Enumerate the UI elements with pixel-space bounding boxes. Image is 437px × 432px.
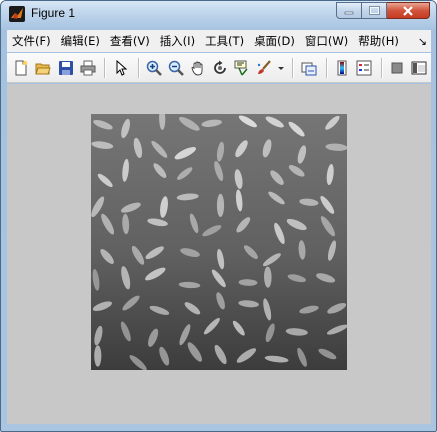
hide-plot-tools-button[interactable] xyxy=(387,58,408,78)
brush-dropdown-button[interactable] xyxy=(276,58,286,78)
rice-grain xyxy=(94,345,102,367)
brush-dropdown-icon xyxy=(278,66,285,70)
menu-tools[interactable]: 工具(T) xyxy=(200,33,249,49)
data-cursor-button[interactable] xyxy=(232,58,253,78)
menu-view[interactable]: 查看(V) xyxy=(105,33,155,49)
toolbar-separator xyxy=(137,57,139,78)
menu-window[interactable]: 窗口(W) xyxy=(300,33,353,49)
figure-toolbar xyxy=(7,53,431,83)
menu-insert[interactable]: 插入(I) xyxy=(155,33,200,49)
menu-bar: 文件(F) 编辑(E) 查看(V) 插入(I) 工具(T) 桌面(D) 窗口(W… xyxy=(7,30,431,52)
figure-window: Figure 1 文件(F) 编辑(E) 查看(V) 插入(I) 工具(T) 桌… xyxy=(0,0,437,432)
toolbar-separator xyxy=(380,57,382,78)
figure-canvas[interactable] xyxy=(7,84,431,424)
zoom-out-button[interactable] xyxy=(166,58,187,78)
pan-hand-icon xyxy=(191,61,203,75)
rotate-3d-icon xyxy=(214,60,227,74)
toolbar-separator xyxy=(292,57,294,78)
link-plot-button[interactable] xyxy=(298,58,319,78)
pan-button[interactable] xyxy=(188,58,209,78)
zoom-in-button[interactable] xyxy=(144,58,165,78)
maximize-button[interactable] xyxy=(362,2,387,19)
print-icon xyxy=(80,60,96,75)
insert-legend-button[interactable] xyxy=(354,58,375,78)
menu-edit[interactable]: 编辑(E) xyxy=(56,33,105,49)
menu-help[interactable]: 帮助(H) xyxy=(353,33,404,49)
rotate-3d-button[interactable] xyxy=(210,58,231,78)
close-button[interactable] xyxy=(387,2,430,19)
save-button[interactable] xyxy=(55,58,76,78)
new-figure-button[interactable] xyxy=(11,58,32,78)
zoom-out-icon xyxy=(168,60,184,76)
matlab-logo-icon xyxy=(9,6,25,22)
open-file-button[interactable] xyxy=(33,58,54,78)
brush-button[interactable] xyxy=(254,58,275,78)
rice-grains-image[interactable] xyxy=(91,114,347,370)
menu-overflow-arrow[interactable]: ↘ xyxy=(413,35,431,48)
save-icon xyxy=(58,60,73,75)
window-title: Figure 1 xyxy=(31,6,76,20)
toolbar-separator xyxy=(325,57,327,78)
insert-colorbar-button[interactable] xyxy=(332,58,353,78)
minimize-button[interactable] xyxy=(336,2,362,19)
brush-icon xyxy=(258,59,272,74)
menu-file[interactable]: 文件(F) xyxy=(7,33,56,49)
print-button[interactable] xyxy=(77,58,98,78)
close-icon xyxy=(403,5,413,16)
new-figure-icon xyxy=(15,60,28,75)
menu-desktop[interactable]: 桌面(D) xyxy=(249,33,300,49)
insert-colorbar-icon xyxy=(337,60,347,75)
minimize-icon xyxy=(344,11,354,14)
edit-plot-arrow-icon xyxy=(116,59,128,76)
data-cursor-icon xyxy=(234,60,248,75)
link-plot-icon xyxy=(301,62,317,75)
maximize-icon xyxy=(368,6,380,15)
window-controls xyxy=(336,2,430,21)
title-bar[interactable]: Figure 1 xyxy=(1,1,436,29)
rice-grain xyxy=(216,193,225,218)
show-plot-tools-button[interactable] xyxy=(409,58,430,78)
show-plot-tools-icon xyxy=(411,61,427,74)
toolbar-separator xyxy=(104,57,106,78)
edit-plot-button[interactable] xyxy=(110,58,131,78)
open-file-icon xyxy=(35,63,52,74)
insert-legend-icon xyxy=(356,60,372,75)
hide-plot-tools-icon xyxy=(391,62,403,73)
zoom-in-icon xyxy=(146,60,162,76)
